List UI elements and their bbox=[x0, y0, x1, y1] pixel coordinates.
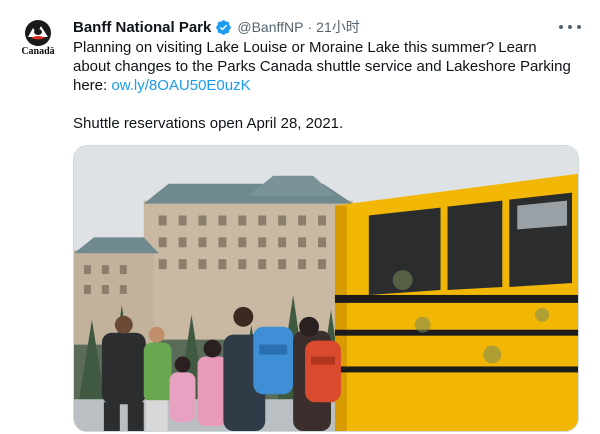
tweet-text: Planning on visiting Lake Louise or Mora… bbox=[73, 38, 578, 133]
photo-scene bbox=[74, 146, 578, 431]
header-separator: · bbox=[307, 19, 313, 35]
more-dots-icon[interactable] bbox=[559, 17, 581, 37]
tweet-media-photo[interactable] bbox=[73, 145, 579, 432]
author-display-name[interactable]: Banff National Park bbox=[73, 19, 211, 36]
author-handle[interactable]: @BanffNP bbox=[237, 19, 303, 35]
tweet-link[interactable]: ow.ly/8OAU50E0uzK bbox=[111, 77, 250, 94]
tweet-timestamp[interactable]: 21小时 bbox=[316, 17, 360, 37]
parks-canada-beaver-logo-icon bbox=[25, 20, 51, 46]
tweet-header: Banff National Park @BanffNP · 21小时 bbox=[73, 17, 360, 37]
avatar[interactable]: Canadä bbox=[18, 19, 58, 59]
tweet-paragraph: Planning on visiting Lake Louise or Mora… bbox=[73, 38, 578, 95]
tweet-paragraph-2: Shuttle reservations open April 28, 2021… bbox=[73, 115, 344, 132]
tweet-card[interactable]: Canadä Banff National Park @BanffNP · 21… bbox=[0, 0, 600, 434]
avatar-wordmark: Canadä bbox=[21, 46, 55, 57]
verified-badge-icon bbox=[216, 19, 232, 35]
